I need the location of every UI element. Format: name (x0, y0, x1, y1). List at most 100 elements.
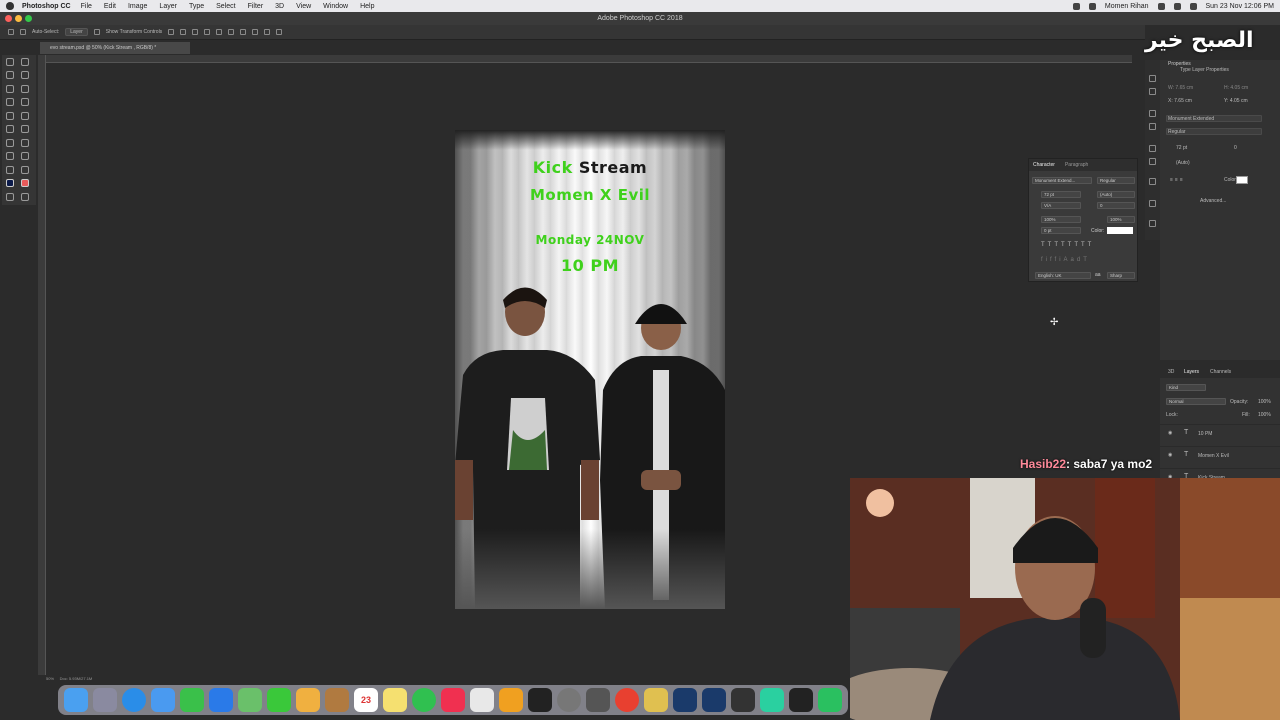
eye-icon[interactable]: ◉ (1168, 452, 1172, 458)
text-align-buttons[interactable]: ≡≡≡ (1170, 176, 1200, 184)
distribute-icon[interactable] (252, 29, 259, 35)
layer-row[interactable]: ◉ T 10 PM (1160, 424, 1280, 442)
app-icon[interactable] (586, 688, 610, 712)
layer-name[interactable]: Momen X Evil (1198, 453, 1229, 459)
status-icon[interactable] (1072, 2, 1080, 10)
menu-type[interactable]: Type (189, 3, 204, 10)
leading-field[interactable]: (Auto) (1176, 159, 1190, 167)
x-field[interactable]: X: 7.65 cm (1168, 97, 1192, 105)
distribute-icon[interactable] (240, 29, 247, 35)
tab-3d[interactable]: 3D (1168, 369, 1174, 375)
font-family-dropdown[interactable]: Monument Extend... (1032, 177, 1092, 184)
move-tool-icon[interactable] (8, 29, 14, 35)
menu-file[interactable]: File (81, 3, 92, 10)
align-hcenter-icon[interactable] (216, 29, 223, 35)
history-icon[interactable] (1149, 75, 1156, 82)
clock[interactable]: Sun 23 Nov 12:06 PM (1206, 3, 1275, 10)
text-color-swatch[interactable] (1236, 176, 1248, 184)
type-tool-icon[interactable] (21, 138, 29, 147)
whatsapp-icon[interactable] (412, 688, 436, 712)
maps-icon[interactable] (238, 688, 262, 712)
messages-icon[interactable] (267, 688, 291, 712)
font-size-field[interactable]: 72 pt (1176, 144, 1187, 152)
glyphs-icon[interactable] (1149, 178, 1156, 185)
app-icon[interactable] (760, 688, 784, 712)
clone-stamp-tool-icon[interactable] (6, 111, 14, 120)
tab-character[interactable]: Character (1033, 162, 1055, 168)
finder-icon[interactable] (64, 688, 88, 712)
poster-stream-text[interactable]: Stream (579, 158, 647, 177)
vertical-scale-field[interactable]: 100% (1041, 216, 1081, 223)
filter-kind-dropdown[interactable]: Kind (1166, 384, 1206, 391)
photos-icon[interactable] (296, 688, 320, 712)
align-right-icon[interactable] (228, 29, 235, 35)
minimize-window-button[interactable] (15, 15, 22, 22)
path-selection-tool-icon[interactable] (6, 152, 14, 161)
reminders-icon[interactable] (470, 688, 494, 712)
align-top-icon[interactable] (168, 29, 175, 35)
layer-row[interactable]: ◉ T Momen X Evil (1160, 446, 1280, 464)
crop-tool-icon[interactable] (6, 84, 14, 93)
menu-filter[interactable]: Filter (248, 3, 264, 10)
align-vcenter-icon[interactable] (180, 29, 187, 35)
screen-mode-icon[interactable] (21, 192, 29, 201)
blur-tool-icon[interactable] (21, 125, 29, 134)
marquee-tool-icon[interactable] (21, 58, 29, 66)
fill-field[interactable]: 100% (1258, 412, 1271, 418)
font-style-dropdown[interactable]: Regular (1097, 177, 1135, 184)
properties-icon[interactable] (1149, 88, 1156, 95)
tools-preset-icon[interactable] (1149, 200, 1156, 207)
auto-align-icon[interactable] (276, 29, 283, 35)
quick-mask-icon[interactable] (6, 192, 14, 201)
font-size-field[interactable]: 72 pt (1041, 191, 1081, 198)
pen-tool-icon[interactable] (6, 138, 14, 147)
wifi-icon[interactable] (1157, 2, 1165, 10)
archive-icon[interactable] (644, 688, 668, 712)
y-field[interactable]: Y: 4.05 cm (1224, 97, 1248, 105)
character-icon[interactable] (1149, 145, 1156, 152)
app-name-menu[interactable]: Photoshop CC (22, 3, 71, 10)
facetime-icon[interactable] (180, 688, 204, 712)
align-bottom-icon[interactable] (192, 29, 199, 35)
width-field[interactable]: W: 7.65 cm (1168, 84, 1193, 92)
move-tool-icon[interactable] (6, 58, 14, 66)
menu-view[interactable]: View (296, 3, 311, 10)
zoom-level[interactable]: 50% (46, 676, 54, 681)
tab-layers[interactable]: Layers (1184, 369, 1199, 375)
camera-icon[interactable] (1088, 2, 1096, 10)
tracking-field[interactable]: 0 (1097, 202, 1135, 209)
contacts-icon[interactable] (325, 688, 349, 712)
menu-window[interactable]: Window (323, 3, 348, 10)
auto-select-dropdown[interactable]: Layer (65, 28, 88, 36)
shape-tool-icon[interactable] (21, 152, 29, 161)
battery-icon[interactable] (1173, 2, 1181, 10)
adjustments-icon[interactable] (1149, 220, 1156, 227)
leading-field[interactable]: (Auto) (1097, 191, 1135, 198)
gradient-tool-icon[interactable] (6, 125, 14, 134)
eye-icon[interactable]: ◉ (1168, 430, 1172, 436)
brush-tool-icon[interactable] (21, 98, 29, 107)
font-family-dropdown[interactable]: Monument Extended (1168, 115, 1214, 123)
lasso-tool-icon[interactable] (6, 71, 14, 80)
poster-time-text[interactable]: 10 PM (455, 256, 725, 275)
menu-edit[interactable]: Edit (104, 3, 116, 10)
code-editor-icon[interactable] (702, 688, 726, 712)
chrome-icon[interactable] (615, 688, 639, 712)
horizontal-scale-field[interactable]: 100% (1107, 216, 1135, 223)
baseline-shift-field[interactable]: 0 pt (1041, 227, 1081, 234)
menu-select[interactable]: Select (216, 3, 235, 10)
apple-logo-icon[interactable] (6, 2, 14, 10)
tab-paragraph[interactable]: Paragraph (1065, 162, 1088, 168)
launchpad-icon[interactable] (93, 688, 117, 712)
poster-names-text[interactable]: Momen X Evil (455, 186, 725, 204)
eyedropper-tool-icon[interactable] (21, 84, 29, 93)
calendar-icon[interactable]: 23 (354, 688, 378, 712)
background-color-swatch[interactable] (21, 179, 29, 188)
document-tab[interactable]: evo stream.psd @ 50% (Kick Stream , RGB/… (40, 42, 190, 54)
tab-channels[interactable]: Channels (1210, 369, 1231, 375)
show-transform-checkbox[interactable] (93, 29, 100, 35)
type-style-buttons[interactable]: TTTTTTTT (1041, 242, 1094, 248)
poster-date-text[interactable]: Monday 24NOV (455, 233, 725, 247)
checkbox-auto-select[interactable] (20, 29, 26, 35)
safari-icon[interactable] (122, 688, 146, 712)
